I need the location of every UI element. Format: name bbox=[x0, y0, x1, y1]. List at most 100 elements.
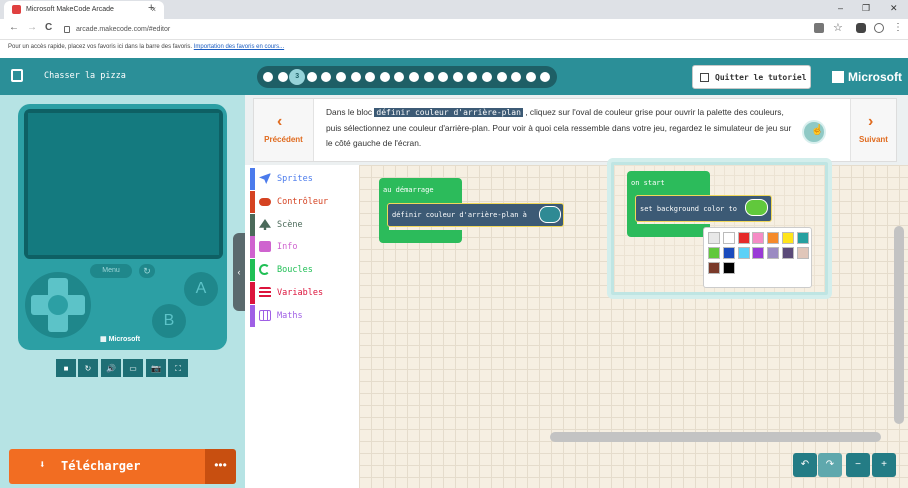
step-dot[interactable] bbox=[365, 72, 376, 82]
step-dot[interactable] bbox=[394, 72, 405, 82]
undo-button[interactable]: ↶ bbox=[793, 453, 817, 477]
keyboard-icon[interactable]: ▭ bbox=[122, 358, 144, 378]
redo-button[interactable]: ↷ bbox=[818, 453, 842, 477]
category-color-bar bbox=[250, 305, 255, 327]
color-swatch[interactable] bbox=[737, 232, 750, 244]
step-dot[interactable] bbox=[423, 72, 434, 82]
step-dot[interactable] bbox=[540, 72, 551, 82]
fullscreen-icon[interactable]: ⛶ bbox=[167, 358, 189, 378]
color-swatch[interactable] bbox=[722, 262, 735, 274]
color-swatch[interactable] bbox=[796, 232, 809, 244]
category-sprites[interactable]: Sprites bbox=[250, 168, 359, 190]
category-info[interactable]: Info bbox=[250, 236, 359, 258]
a-button[interactable]: A bbox=[184, 272, 218, 306]
tutorial-instructions: Dans le bloc définir couleur d'arrière-p… bbox=[326, 105, 796, 152]
close-window-icon[interactable]: ✕ bbox=[890, 3, 898, 14]
set-background-block[interactable]: définir couleur d'arrière-plan à bbox=[387, 203, 564, 227]
step-dot[interactable] bbox=[306, 72, 317, 82]
restart-icon[interactable]: ↻ bbox=[77, 358, 99, 378]
download-icon: ⬇ bbox=[39, 458, 46, 471]
shield-icon[interactable] bbox=[856, 23, 866, 33]
simulator-screen[interactable] bbox=[28, 113, 219, 255]
color-swatch[interactable] bbox=[782, 247, 794, 259]
list-icon bbox=[259, 287, 271, 298]
color-swatch[interactable] bbox=[708, 232, 720, 244]
tree-icon bbox=[259, 219, 271, 230]
download-more-button[interactable]: ••• bbox=[205, 449, 236, 484]
category-scene[interactable]: Scène bbox=[250, 214, 359, 236]
color-swatch[interactable] bbox=[708, 262, 720, 274]
menu-icon[interactable]: ⋮ bbox=[893, 22, 903, 33]
set-background-label: définir couleur d'arrière-plan à bbox=[392, 211, 527, 219]
b-button[interactable]: B bbox=[152, 304, 186, 338]
home-icon[interactable] bbox=[11, 69, 23, 82]
reload-icon[interactable]: C bbox=[45, 22, 52, 33]
step-dot[interactable] bbox=[350, 72, 361, 82]
step-dot[interactable] bbox=[525, 72, 536, 82]
category-label: Scène bbox=[277, 220, 303, 230]
step-dot[interactable] bbox=[438, 72, 449, 82]
color-palette bbox=[703, 227, 812, 288]
previous-label: Précédent bbox=[264, 135, 303, 144]
url-field[interactable]: arcade.makecode.com/#editor bbox=[62, 23, 802, 37]
next-step-button[interactable]: › Suivant bbox=[850, 99, 896, 161]
id-card-icon bbox=[259, 241, 271, 252]
instruction-text-start: Dans le bloc bbox=[326, 107, 375, 117]
color-swatch[interactable] bbox=[722, 247, 735, 259]
category-loops[interactable]: Boucles bbox=[250, 259, 359, 281]
step-dot[interactable] bbox=[496, 72, 507, 82]
category-variables[interactable]: Variables bbox=[250, 282, 359, 304]
zoom-in-button[interactable]: + bbox=[872, 453, 896, 477]
previous-step-button[interactable]: ‹ Précédent bbox=[254, 99, 314, 161]
new-tab-button[interactable]: + bbox=[148, 2, 154, 14]
category-controller[interactable]: Contrôleur bbox=[250, 191, 359, 213]
step-dot[interactable] bbox=[263, 72, 273, 82]
step-dot[interactable]: 3 bbox=[289, 69, 306, 85]
step-dot[interactable] bbox=[321, 72, 332, 82]
step-dot[interactable] bbox=[336, 72, 346, 82]
browser-tab[interactable]: Microsoft MakeCode Arcade × bbox=[4, 1, 164, 19]
color-oval-input[interactable] bbox=[539, 206, 561, 223]
simulator-menu-button[interactable]: Menu bbox=[90, 264, 132, 278]
sound-icon[interactable]: 🔊 bbox=[100, 358, 122, 378]
color-swatch[interactable] bbox=[752, 232, 765, 244]
step-dot[interactable] bbox=[452, 72, 463, 82]
step-dot[interactable] bbox=[467, 72, 478, 82]
simulator-restart-icon[interactable]: ↻ bbox=[139, 264, 155, 278]
step-dot[interactable] bbox=[511, 72, 522, 82]
translate-icon[interactable] bbox=[814, 23, 824, 33]
star-icon[interactable]: ☆ bbox=[833, 21, 843, 34]
import-bookmarks-link[interactable]: Importation des favoris en cours... bbox=[194, 44, 284, 50]
category-math[interactable]: Maths bbox=[250, 305, 359, 327]
hint-color-oval bbox=[745, 199, 768, 216]
minimize-icon[interactable]: – bbox=[838, 3, 843, 13]
step-dot[interactable] bbox=[379, 72, 390, 82]
step-dot[interactable] bbox=[277, 72, 288, 82]
bookmarks-bar: Pour un accès rapide, placez vos favoris… bbox=[0, 40, 908, 58]
stop-icon[interactable]: ■ bbox=[55, 358, 77, 378]
maximize-icon[interactable]: ❐ bbox=[862, 3, 870, 14]
color-swatch[interactable] bbox=[708, 247, 720, 259]
step-dot[interactable] bbox=[409, 72, 419, 82]
screenshot-icon[interactable]: 📷 bbox=[145, 358, 167, 378]
hint-button[interactable]: ☝ bbox=[802, 120, 826, 144]
quit-tutorial-button[interactable]: Quitter le tutoriel bbox=[692, 65, 811, 89]
color-swatch[interactable] bbox=[796, 247, 809, 259]
color-swatch[interactable] bbox=[752, 247, 765, 259]
zoom-out-button[interactable]: − bbox=[846, 453, 870, 477]
color-swatch[interactable] bbox=[767, 232, 780, 244]
step-dot[interactable] bbox=[482, 72, 492, 82]
horizontal-scrollbar[interactable] bbox=[550, 432, 881, 442]
bookmarks-hint: Pour un accès rapide, placez vos favoris… bbox=[8, 44, 193, 50]
back-icon[interactable]: ← bbox=[9, 22, 19, 33]
color-swatch[interactable] bbox=[782, 232, 794, 244]
on-start-block[interactable]: au démarrage bbox=[379, 178, 462, 203]
forward-icon[interactable]: → bbox=[27, 22, 37, 33]
vertical-scrollbar[interactable] bbox=[894, 226, 904, 424]
color-swatch[interactable] bbox=[722, 232, 735, 244]
color-swatch[interactable] bbox=[767, 247, 780, 259]
color-swatch[interactable] bbox=[737, 247, 750, 259]
download-button[interactable]: ⬇ Télécharger bbox=[9, 449, 205, 484]
profile-icon[interactable] bbox=[874, 23, 884, 33]
collapse-simulator-button[interactable]: ‹ bbox=[233, 233, 245, 311]
